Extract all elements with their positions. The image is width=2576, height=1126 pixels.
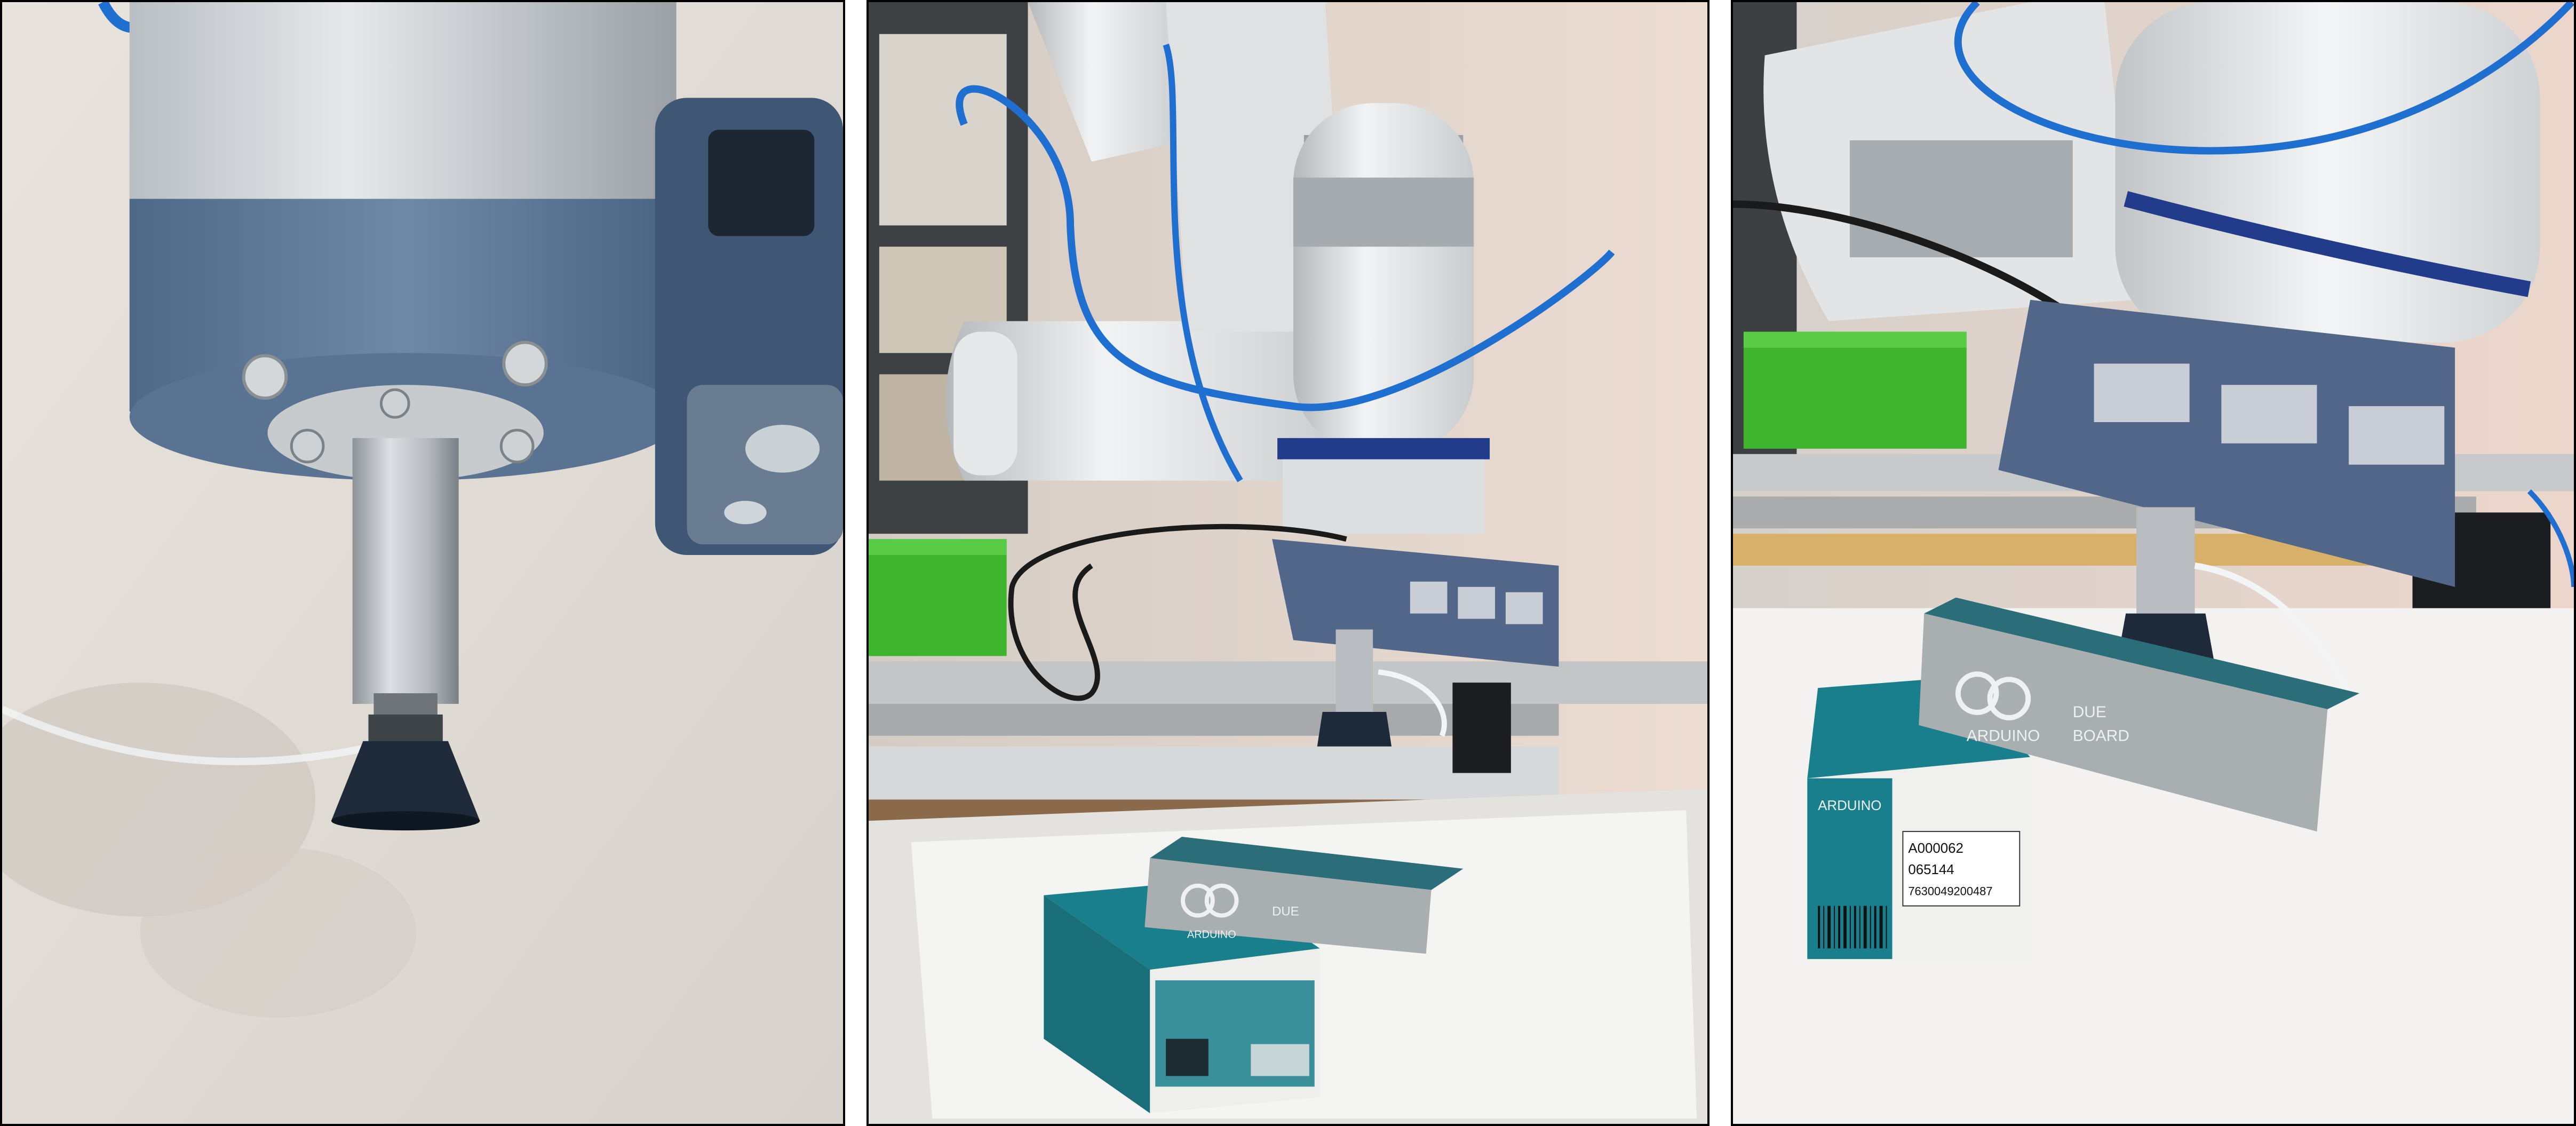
photo-panel-gripper-closeup: [0, 0, 845, 1126]
box-sku-label: A000062: [1908, 841, 1963, 856]
box-brand-label-upper: ARDUINO: [1967, 727, 2040, 745]
box-code-label: 065144: [1908, 862, 1954, 877]
photo-panel-box-pickup: A000062 065144 7630049200487 ARDUINO ARD…: [1731, 0, 2576, 1126]
box-product-line2: BOARD: [2073, 727, 2129, 745]
box-brand-label: ARDUINO: [1187, 929, 1236, 940]
robot-arm-image: DUE ARDUINO: [869, 2, 1707, 1124]
photo-panel-robot-arm: DUE ARDUINO: [866, 0, 1710, 1126]
box-pickup-image: A000062 065144 7630049200487 ARDUINO ARD…: [1733, 2, 2574, 1124]
box-product-label: DUE: [1272, 904, 1299, 918]
box-barcode-number: 7630049200487: [1908, 885, 1992, 898]
gripper-closeup-image: [2, 2, 843, 1124]
box-product-line1: DUE: [2073, 703, 2106, 721]
box-brand-label-lower: ARDUINO: [1818, 798, 1881, 813]
